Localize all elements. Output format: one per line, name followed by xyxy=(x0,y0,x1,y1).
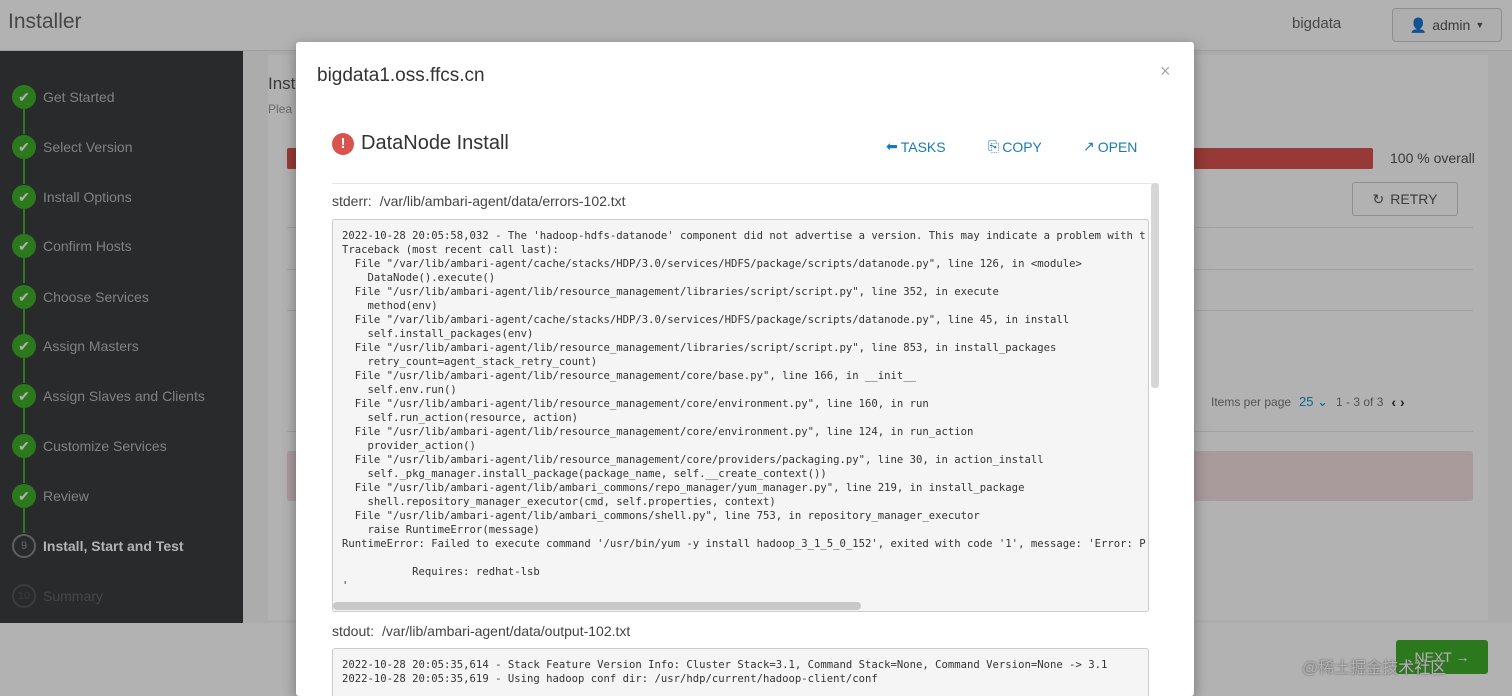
task-header: ! DataNode Install xyxy=(332,132,509,155)
task-title: DataNode Install xyxy=(361,132,509,154)
stdout-log[interactable]: 2022-10-28 20:05:35,614 - Stack Feature … xyxy=(332,648,1149,696)
close-icon[interactable]: × xyxy=(1160,61,1171,82)
stderr-path: /var/lib/ambari-agent/data/errors-102.tx… xyxy=(379,193,626,209)
horizontal-scrollbar[interactable] xyxy=(333,602,861,610)
external-link-icon: ↗ xyxy=(1083,138,1095,154)
arrow-left-icon: ⬅ xyxy=(886,138,898,154)
tasks-label: TASKS xyxy=(900,138,946,155)
stdout-text: 2022-10-28 20:05:35,614 - Stack Feature … xyxy=(342,659,1108,685)
stdout-path: /var/lib/ambari-agent/data/output-102.tx… xyxy=(382,623,631,639)
copy-icon: ⎘ xyxy=(988,138,1000,154)
stderr-text: 2022-10-28 20:05:58,032 - The 'hadoop-hd… xyxy=(342,230,1146,592)
scrollbar-thumb[interactable] xyxy=(1151,183,1159,388)
modal-title: bigdata1.oss.ffcs.cn xyxy=(317,65,485,86)
error-icon: ! xyxy=(332,132,354,155)
stderr-log[interactable]: 2022-10-28 20:05:58,032 - The 'hadoop-hd… xyxy=(332,219,1149,612)
copy-label: COPY xyxy=(1002,138,1042,155)
copy-link[interactable]: ⎘ COPY xyxy=(988,138,1042,155)
stdout-label: stdout:/var/lib/ambari-agent/data/output… xyxy=(332,623,631,639)
tasks-link[interactable]: ⬅ TASKS xyxy=(886,138,946,155)
stderr-label: stderr:/var/lib/ambari-agent/data/errors… xyxy=(332,193,626,209)
open-label: OPEN xyxy=(1097,138,1138,155)
task-log-modal: bigdata1.oss.ffcs.cn × ! DataNode Instal… xyxy=(296,42,1194,696)
open-link[interactable]: ↗ OPEN xyxy=(1083,138,1137,155)
